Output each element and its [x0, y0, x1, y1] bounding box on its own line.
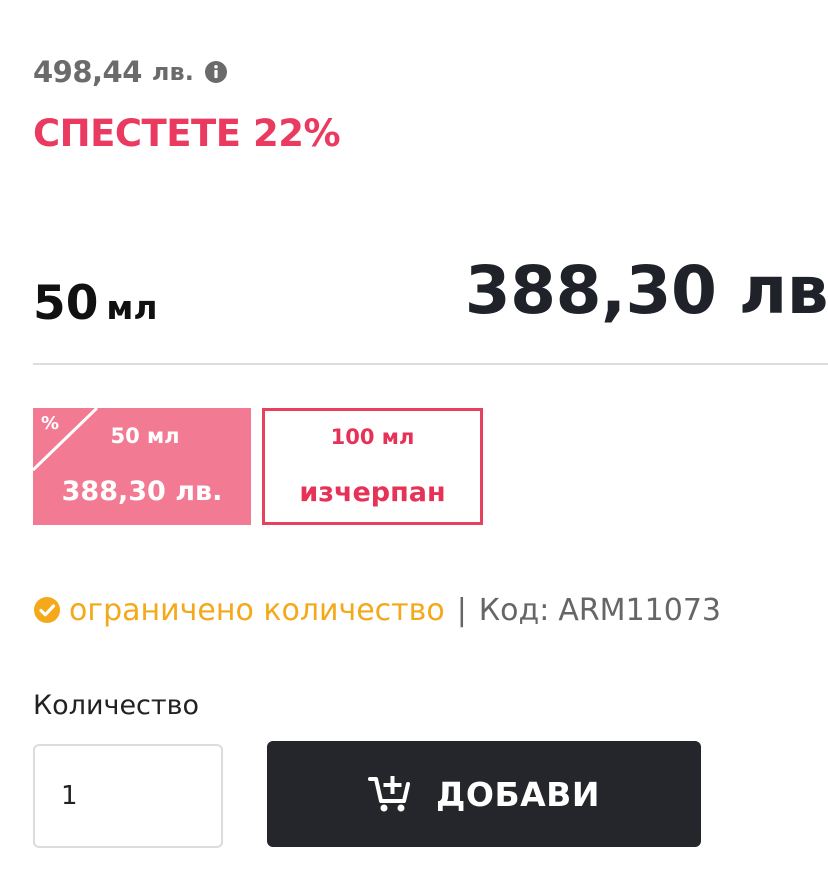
add-to-cart-label: ДОБАВИ	[436, 774, 600, 814]
quantity-label: Количество	[33, 690, 200, 721]
old-price: 498,44	[33, 55, 142, 89]
product-code-label: Код:	[478, 592, 550, 628]
selected-size-number: 50	[33, 276, 99, 331]
info-icon[interactable]	[204, 60, 228, 84]
selected-size-unit: мл	[106, 288, 158, 327]
variant-size: 50 мл	[110, 424, 180, 448]
separator: |	[456, 592, 467, 628]
cart-plus-icon	[368, 774, 412, 814]
variant-status: изчерпан	[299, 477, 446, 508]
selected-size-label: 50 мл	[33, 276, 158, 331]
quantity-input[interactable]	[33, 744, 223, 848]
product-code-value: ARM11073	[558, 592, 721, 628]
variant-option-100ml[interactable]: 100 мл изчерпан	[262, 408, 483, 525]
variant-price: 388,30 лв.	[61, 476, 223, 507]
old-price-row: 498,44 лв.	[33, 52, 228, 92]
variant-option-50ml[interactable]: % 50 мл 388,30 лв.	[33, 408, 251, 525]
add-to-cart-button[interactable]: ДОБАВИ	[267, 741, 701, 847]
divider	[33, 363, 828, 365]
availability-row: ограничено количество | Код: ARM11073	[33, 588, 721, 632]
variant-size: 100 мл	[330, 425, 415, 449]
check-circle-icon	[33, 596, 61, 624]
availability-status: ограничено количество	[69, 592, 445, 628]
old-price-currency: лв.	[151, 58, 194, 86]
savings-label: СПЕСТЕТЕ 22%	[33, 112, 341, 155]
current-price: 388,30 лв	[464, 252, 828, 329]
